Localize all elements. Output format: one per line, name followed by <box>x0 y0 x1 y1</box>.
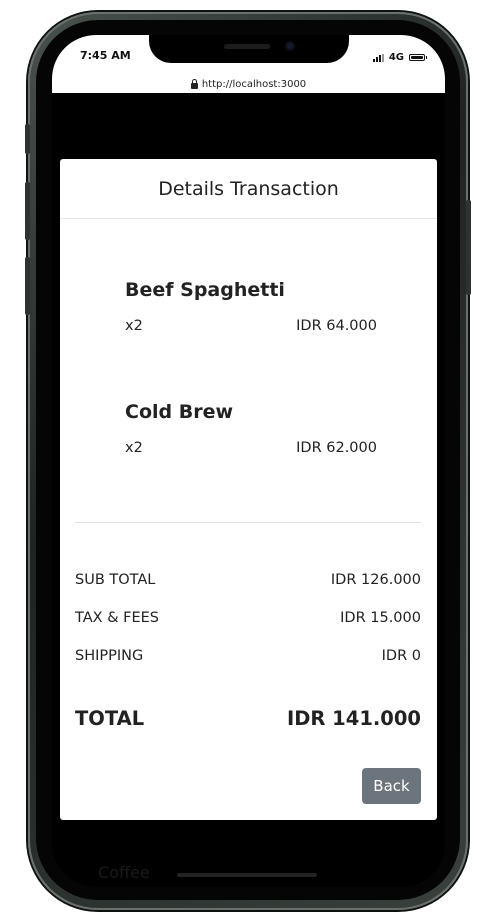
subtotal-label: SUB TOTAL <box>75 572 156 588</box>
item-price: IDR 62.000 <box>296 440 377 456</box>
tax-row: TAX & FEES IDR 15.000 <box>75 610 421 626</box>
status-time: 7:45 AM <box>80 49 131 62</box>
silent-switch <box>25 124 30 154</box>
item-price: IDR 64.000 <box>296 318 377 334</box>
modal-title: Details Transaction <box>158 177 339 200</box>
battery-icon <box>409 54 427 61</box>
total-value: IDR 141.000 <box>286 707 421 730</box>
tax-label: TAX & FEES <box>75 610 159 626</box>
shipping-value: IDR 0 <box>381 648 421 664</box>
front-camera-icon <box>285 41 295 51</box>
subtotal-row: SUB TOTAL IDR 126.000 <box>75 572 421 588</box>
transaction-details-modal: Details Transaction Beef Spaghetti x2 ID… <box>60 159 437 820</box>
item-quantity: x2 <box>125 440 143 456</box>
total-label: TOTAL <box>75 707 145 730</box>
url-text: http://localhost:3000 <box>201 78 307 90</box>
back-button[interactable]: Back <box>362 768 421 804</box>
home-indicator[interactable] <box>177 873 317 877</box>
volume-down-button <box>25 257 30 315</box>
signal-bars-icon <box>372 53 384 62</box>
status-bar: 7:45 AM 4G <box>52 35 445 75</box>
lock-icon <box>190 78 198 89</box>
list-item: Beef Spaghetti x2 IDR 64.000 <box>125 279 377 334</box>
item-name: Cold Brew <box>125 401 234 423</box>
subtotal-value: IDR 126.000 <box>330 572 421 588</box>
item-detail-row: x2 IDR 62.000 <box>125 440 377 456</box>
total-row: TOTAL IDR 141.000 <box>75 707 421 730</box>
phone-screen: 7:45 AM 4G http://localhost:3000 Coffee … <box>52 35 445 887</box>
speaker-grille <box>224 44 270 49</box>
background-footer-text: Coffee <box>98 863 150 882</box>
power-button <box>466 200 471 295</box>
modal-header: Details Transaction <box>60 159 437 219</box>
tax-value: IDR 15.000 <box>340 610 421 626</box>
shipping-row: SHIPPING IDR 0 <box>75 648 421 664</box>
item-name: Beef Spaghetti <box>125 279 285 301</box>
divider <box>75 522 421 523</box>
notch <box>149 35 349 63</box>
volume-up-button <box>25 182 30 240</box>
item-detail-row: x2 IDR 64.000 <box>125 318 377 334</box>
network-type: 4G <box>388 52 404 63</box>
item-quantity: x2 <box>125 318 143 334</box>
browser-url-bar[interactable]: http://localhost:3000 <box>52 75 445 93</box>
shipping-label: SHIPPING <box>75 648 144 664</box>
list-item: Cold Brew x2 IDR 62.000 <box>125 401 377 456</box>
status-indicators: 4G <box>372 52 427 63</box>
